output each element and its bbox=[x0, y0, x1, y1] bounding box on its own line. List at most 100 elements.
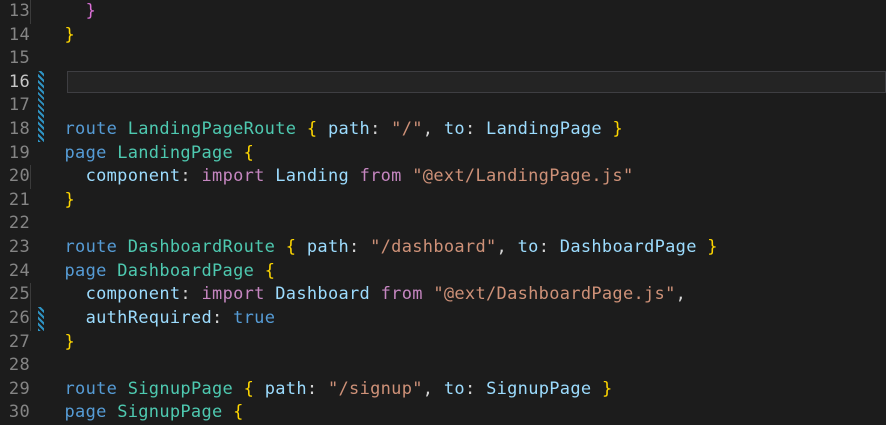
code-token bbox=[296, 119, 307, 139]
code-line[interactable]: 29route SignupPage { path: "/signup", to… bbox=[0, 378, 886, 402]
code-token bbox=[507, 237, 518, 257]
code-token: } bbox=[65, 332, 76, 352]
code-token bbox=[254, 261, 265, 281]
line-number[interactable]: 14 bbox=[0, 24, 30, 48]
code-text: component: import Landing from "@ext/Lan… bbox=[30, 165, 886, 189]
code-line[interactable]: 25 component: import Dashboard from "@ex… bbox=[0, 283, 886, 307]
code-text: route DashboardRoute { path: "/dashboard… bbox=[30, 236, 886, 260]
code-token: LandingPageRoute bbox=[128, 119, 297, 139]
line-number[interactable]: 20 bbox=[0, 165, 30, 189]
line-number[interactable]: 16 bbox=[0, 71, 30, 95]
code-token bbox=[296, 237, 307, 257]
code-token bbox=[107, 143, 118, 163]
line-number[interactable]: 29 bbox=[0, 378, 30, 402]
indent-guide bbox=[30, 0, 31, 24]
code-line[interactable]: 14} bbox=[0, 24, 886, 48]
code-token bbox=[191, 284, 202, 304]
line-number[interactable]: 17 bbox=[0, 94, 30, 118]
code-editor[interactable]: 13 }14}15161718route LandingPageRoute { … bbox=[0, 0, 886, 425]
code-line[interactable]: 30page SignupPage { bbox=[0, 401, 886, 425]
code-line[interactable]: 26 authRequired: true bbox=[0, 307, 886, 331]
code-line[interactable]: 17 bbox=[0, 94, 886, 118]
code-token: : bbox=[212, 308, 223, 328]
code-token: "@ext/DashboardPage.js" bbox=[433, 284, 675, 304]
code-line[interactable]: 19page LandingPage { bbox=[0, 142, 886, 166]
code-line[interactable]: 20 component: import Landing from "@ext/… bbox=[0, 165, 886, 189]
code-line[interactable]: 24page DashboardPage { bbox=[0, 260, 886, 284]
code-line[interactable]: 13 } bbox=[0, 0, 886, 24]
code-token: route bbox=[65, 237, 118, 257]
code-token bbox=[697, 237, 708, 257]
code-token: path bbox=[328, 119, 370, 139]
line-number[interactable]: 26 bbox=[0, 307, 30, 331]
code-text: route LandingPageRoute { path: "/", to: … bbox=[30, 118, 886, 142]
line-number[interactable]: 22 bbox=[0, 212, 30, 236]
code-text: page LandingPage { bbox=[30, 142, 886, 166]
code-token: : bbox=[539, 237, 550, 257]
code-token bbox=[317, 119, 328, 139]
code-token: "@ext/LandingPage.js" bbox=[412, 166, 633, 186]
line-number[interactable]: 24 bbox=[0, 260, 30, 284]
line-number[interactable]: 19 bbox=[0, 142, 30, 166]
code-token: "/" bbox=[391, 119, 423, 139]
code-token: { bbox=[286, 237, 297, 257]
code-token: SignupPage bbox=[117, 402, 222, 422]
code-token: , bbox=[423, 119, 434, 139]
code-token: } bbox=[86, 1, 97, 21]
code-token bbox=[381, 119, 392, 139]
code-token: : bbox=[180, 166, 191, 186]
code-token: } bbox=[602, 379, 613, 399]
code-line[interactable]: 28 bbox=[0, 354, 886, 378]
code-token bbox=[233, 379, 244, 399]
code-token: } bbox=[707, 237, 718, 257]
code-token: { bbox=[307, 119, 318, 139]
code-token: page bbox=[65, 261, 107, 281]
code-token bbox=[107, 261, 118, 281]
code-token bbox=[265, 166, 276, 186]
code-line[interactable]: 22 bbox=[0, 212, 886, 236]
code-token bbox=[402, 166, 413, 186]
code-token: } bbox=[65, 25, 76, 45]
line-number[interactable]: 13 bbox=[0, 0, 30, 24]
code-token: import bbox=[202, 284, 265, 304]
code-token bbox=[233, 143, 244, 163]
code-token: from bbox=[381, 284, 423, 304]
code-token: page bbox=[65, 143, 107, 163]
line-number[interactable]: 30 bbox=[0, 401, 30, 425]
code-token: "/signup" bbox=[328, 379, 423, 399]
line-number[interactable]: 23 bbox=[0, 236, 30, 260]
code-token bbox=[476, 119, 487, 139]
code-token: { bbox=[233, 402, 244, 422]
line-number[interactable]: 27 bbox=[0, 331, 30, 355]
code-token: , bbox=[497, 237, 508, 257]
code-token: { bbox=[244, 143, 255, 163]
code-text: page DashboardPage { bbox=[30, 260, 886, 284]
code-line[interactable]: 21} bbox=[0, 189, 886, 213]
code-token: } bbox=[612, 119, 623, 139]
line-number[interactable]: 25 bbox=[0, 283, 30, 307]
line-number[interactable]: 15 bbox=[0, 47, 30, 71]
code-line[interactable]: 18route LandingPageRoute { path: "/", to… bbox=[0, 118, 886, 142]
line-number[interactable]: 18 bbox=[0, 118, 30, 142]
code-token bbox=[223, 308, 234, 328]
line-number[interactable]: 21 bbox=[0, 189, 30, 213]
line-number[interactable]: 28 bbox=[0, 354, 30, 378]
code-line[interactable]: 15 bbox=[0, 47, 886, 71]
code-token bbox=[423, 284, 434, 304]
code-token bbox=[476, 379, 487, 399]
code-line[interactable]: 27} bbox=[0, 331, 886, 355]
code-text: route SignupPage { path: "/signup", to: … bbox=[30, 378, 886, 402]
code-token: to bbox=[444, 119, 465, 139]
code-line[interactable]: 23route DashboardRoute { path: "/dashboa… bbox=[0, 236, 886, 260]
code-token: path bbox=[265, 379, 307, 399]
code-text: } bbox=[30, 24, 886, 48]
code-token bbox=[117, 237, 128, 257]
code-token: DashboardRoute bbox=[128, 237, 276, 257]
code-token: { bbox=[244, 379, 255, 399]
code-token: , bbox=[423, 379, 434, 399]
code-token bbox=[117, 379, 128, 399]
code-token: { bbox=[265, 261, 276, 281]
code-text: authRequired: true bbox=[30, 307, 886, 331]
code-token: Landing bbox=[275, 166, 349, 186]
code-line[interactable]: 16 bbox=[0, 71, 886, 95]
